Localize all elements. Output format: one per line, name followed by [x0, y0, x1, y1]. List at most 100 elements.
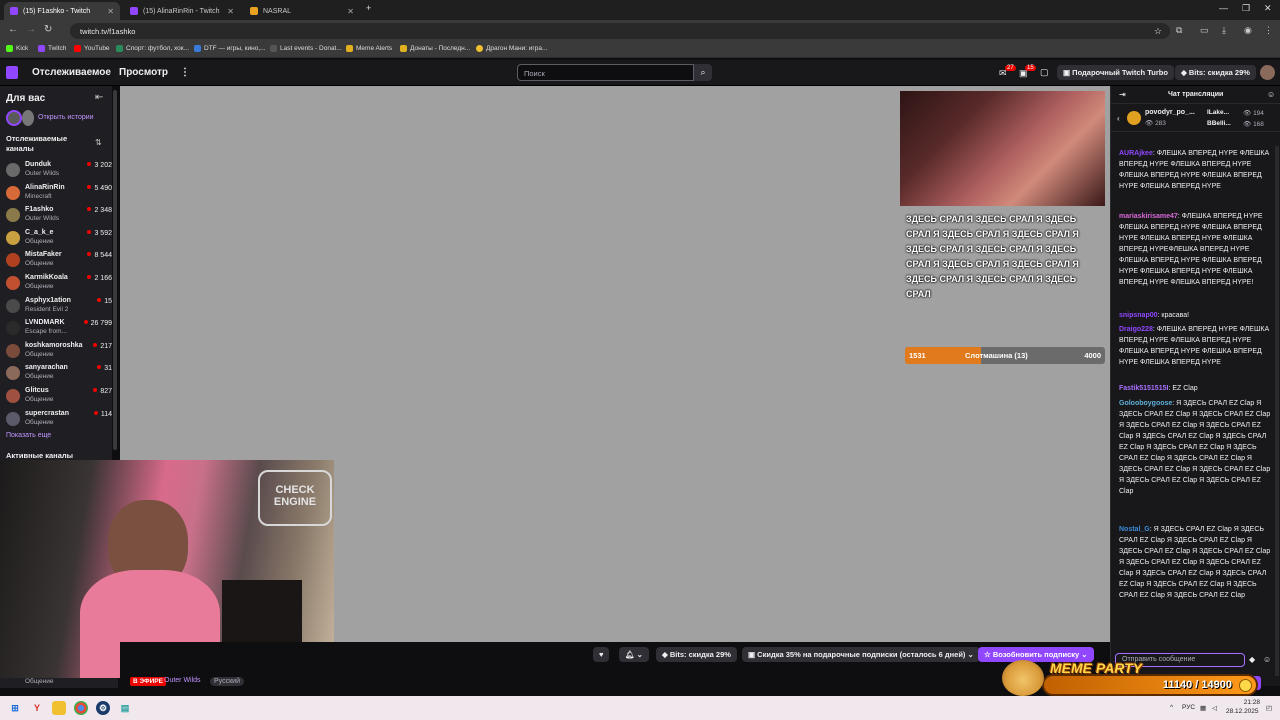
sidebar-channel[interactable]: sanyarachan Общение 31	[6, 363, 112, 383]
game-tag[interactable]: Outer Wilds	[164, 677, 201, 684]
nav-browse[interactable]: Просмотр	[119, 67, 168, 78]
bits-discount-button[interactable]: ◆ Bits: скидка 29%	[1175, 65, 1256, 80]
sidebar-channel[interactable]: Asphyx1ation Resident Evil 2 15	[6, 296, 112, 316]
minimize-icon[interactable]: —	[1219, 3, 1228, 13]
profile-icon[interactable]: ◉	[1244, 25, 1252, 36]
stories-avatar[interactable]	[6, 110, 22, 126]
collapse-icon[interactable]: ⇤	[95, 92, 103, 103]
steam-icon[interactable]: ⚙	[96, 701, 110, 715]
avatar[interactable]	[1260, 65, 1275, 80]
sidebar-channel[interactable]: koshkamoroshka Общение 217	[6, 341, 112, 361]
twitch-logo-icon[interactable]	[6, 66, 18, 79]
chevron-left-icon[interactable]: ‹	[1117, 114, 1120, 123]
close-window-icon[interactable]: ✕	[1264, 3, 1272, 14]
search-icon[interactable]: ⌕	[694, 64, 712, 81]
clock-date[interactable]: 28.12.2025	[1226, 708, 1259, 715]
bits-discount-chip[interactable]: ◆ Bits: скидка 29%	[656, 647, 737, 662]
bookmark[interactable]: YouTube	[74, 45, 110, 52]
sidebar-channel[interactable]: Glitcus Общение 827	[6, 386, 112, 406]
bookmark[interactable]: DTF — игры, кино,...	[194, 45, 266, 52]
notify-bell-icon[interactable]: 🔔︎ ⌄	[619, 647, 649, 662]
yandex-icon[interactable]: Y	[30, 701, 44, 715]
browser-tab[interactable]: (15) F1ashko - Twitch ✕	[4, 2, 120, 20]
scrollbar-thumb[interactable]	[113, 90, 117, 450]
tray-chevron-icon[interactable]: ^	[1170, 704, 1173, 711]
avatar	[6, 321, 20, 336]
nav-following[interactable]: Отслеживаемое	[32, 67, 111, 78]
maximize-icon[interactable]: ❐	[1242, 3, 1250, 14]
sidebar-channel[interactable]: Dunduk Outer Wilds 3 202	[6, 160, 112, 180]
clock-time[interactable]: 21:28	[1230, 699, 1260, 706]
chat-username[interactable]: Golooboygoose	[1119, 400, 1172, 407]
sidepanel-icon[interactable]: ▭	[1200, 25, 1209, 36]
browser-tab[interactable]: (15) AlinaRinRin - Twitch ✕	[124, 2, 240, 20]
reload-icon[interactable]: ↻	[44, 24, 52, 35]
inbox-icon[interactable]: ✉ 27	[999, 65, 1016, 79]
channel-game: Outer Wilds	[25, 215, 59, 223]
network-icon[interactable]: ▦	[1200, 704, 1206, 712]
show-more-link[interactable]: Показать еще	[6, 432, 51, 439]
address-bar[interactable]: twitch.tv/f1ashko ☆	[70, 23, 1170, 39]
chat-username[interactable]: Draigo228	[1119, 326, 1153, 333]
gift-subs-discount-button[interactable]: ▣ Скидка 35% на подарочные подписки (ост…	[742, 647, 980, 662]
viewer-count: 31	[97, 365, 112, 372]
chat-scrollbar[interactable]	[1275, 146, 1279, 676]
bookmark[interactable]: Драгон Мани: игра...	[476, 45, 547, 52]
channel-name: Glitcus	[25, 387, 49, 394]
chat-username[interactable]: AURAjkee	[1119, 150, 1153, 157]
star-icon[interactable]: ☆	[1154, 26, 1162, 37]
gift-turbo-button[interactable]: ▣ Подарочный Twitch Turbo	[1057, 65, 1174, 80]
sidebar-channel[interactable]: MistaFaker Общение 8 544	[6, 250, 112, 270]
forward-icon[interactable]: →	[26, 24, 36, 35]
follow-heart-icon[interactable]: ♥	[593, 647, 610, 662]
browser-toolbar: ← → ↻ twitch.tv/f1ashko ☆ ⧉ ▭ ⤓ ◉ ⋮	[0, 20, 1280, 42]
overlay-spam-text: ЗДЕСЬ СРАЛ Я ЗДЕСЬ СРАЛ Я ЗДЕСЬ СРАЛ Я З…	[906, 214, 1079, 299]
bookmark[interactable]: Twitch	[38, 45, 66, 52]
collapse-chat-icon[interactable]: ⇥	[1119, 90, 1126, 99]
bookmark[interactable]: Спорт: футбол, хок...	[116, 45, 189, 52]
volume-icon[interactable]: ◁	[1212, 704, 1217, 712]
users-icon[interactable]: ☺	[1267, 90, 1275, 99]
close-icon[interactable]: ✕	[107, 7, 114, 16]
chat-username[interactable]: snipsnap00	[1119, 312, 1158, 319]
menu-icon[interactable]: ⋮	[1264, 25, 1273, 36]
whispers-icon[interactable]: ▢	[1040, 67, 1049, 78]
search-input[interactable]: Поиск	[517, 64, 694, 81]
windows-start-icon[interactable]: ⊞	[8, 701, 22, 715]
twitch-top-nav: Отслеживаемое Просмотр ⋮ Поиск ⌕ ✉ 27 ▣ 15…	[0, 60, 1280, 86]
browser-tab[interactable]: NASRAL ✕	[244, 2, 360, 20]
sidebar-channel[interactable]: F1ashko Outer Wilds 2 348	[6, 205, 112, 225]
chat-username[interactable]: Nostal_G	[1119, 526, 1150, 533]
notifications-icon[interactable]: ▣ 15	[1019, 65, 1036, 79]
explorer-icon[interactable]	[52, 701, 66, 715]
close-icon[interactable]: ✕	[227, 7, 234, 16]
close-icon[interactable]: ✕	[347, 7, 354, 16]
sidebar-channel[interactable]: KarmikKoala Общение 2 166	[6, 273, 112, 293]
new-tab-button[interactable]: +	[366, 3, 371, 13]
open-stories-link[interactable]: Открыть истории	[38, 114, 94, 121]
language-tag[interactable]: Русский	[210, 677, 244, 686]
sidebar-channel[interactable]: supercrastan Общение 114	[6, 409, 112, 429]
sidebar-channel[interactable]: LVNDMARK Escape from... 26 799	[6, 318, 112, 338]
chat-username[interactable]: mariaskirisame47	[1119, 213, 1178, 220]
chat-username[interactable]: Fastik5151515I	[1119, 385, 1168, 392]
bookmark[interactable]: Meme Alerts	[346, 45, 392, 52]
bookmark[interactable]: Last events - Donat...	[270, 45, 342, 52]
extensions-icon[interactable]: ⧉	[1176, 25, 1182, 36]
notification-center-icon[interactable]: ◰	[1266, 704, 1272, 712]
sidebar-channel[interactable]: C_a_k_e Общение 3 592	[6, 228, 112, 248]
language-indicator[interactable]: РУС	[1182, 704, 1195, 711]
sidebar-channel[interactable]: AlinaRinRin Minecraft 5 490	[6, 183, 112, 203]
bookmark[interactable]: Kick	[6, 45, 28, 52]
top-channel-name[interactable]: povodyr_po_...	[1145, 109, 1195, 116]
back-icon[interactable]: ←	[8, 24, 18, 35]
app-icon[interactable]: ▤	[118, 701, 132, 715]
avatar	[6, 163, 20, 177]
sort-icon[interactable]: ⇅	[95, 138, 102, 147]
emote-icon[interactable]: ☺	[1263, 655, 1271, 664]
chrome-icon[interactable]	[74, 701, 88, 715]
more-icon[interactable]: ⋮	[180, 67, 190, 78]
downloads-icon[interactable]: ⤓	[1222, 25, 1226, 36]
leader-count: 👁︎ 194	[1243, 110, 1264, 117]
bookmark[interactable]: Донаты - Последн...	[400, 45, 470, 52]
